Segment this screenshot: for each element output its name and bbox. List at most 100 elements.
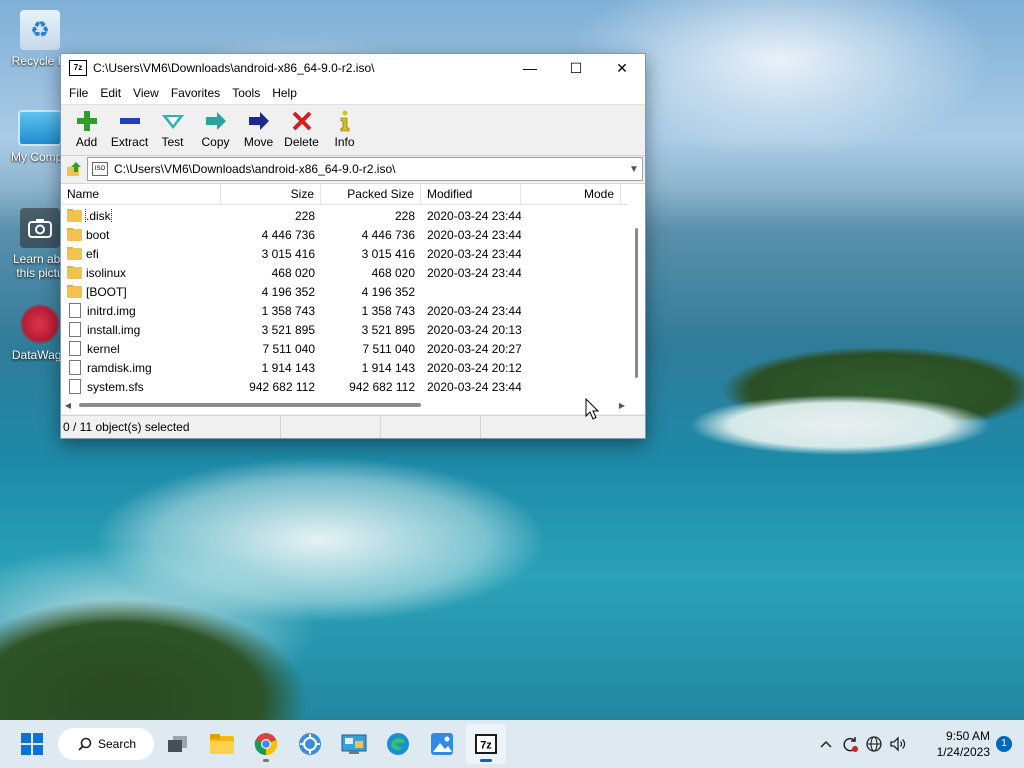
file-packed-size: 4 196 352 [361, 284, 415, 299]
horizontal-scroll-track[interactable] [75, 396, 615, 414]
task-view-button[interactable] [158, 724, 198, 764]
file-name: efi [86, 246, 99, 261]
table-row[interactable]: isolinux 468 020 468 020 2020-03-24 23:4… [61, 263, 629, 282]
move-button[interactable]: Move [237, 105, 280, 149]
maximize-button[interactable]: ☐ [553, 54, 599, 82]
close-button[interactable]: ✕ [599, 54, 645, 82]
table-row[interactable]: initrd.img 1 358 743 1 358 743 2020-03-2… [61, 301, 629, 320]
scroll-left-icon[interactable]: ◀ [61, 401, 75, 410]
file-size: 942 682 112 [249, 379, 315, 394]
test-button[interactable]: Test [151, 105, 194, 149]
menu-tools[interactable]: Tools [226, 86, 266, 100]
datawagon-icon [20, 304, 60, 344]
taskbar: Search 7z 9:50 AM 1/24/2023 1 [0, 720, 1024, 768]
7zip-app-icon: 7z [69, 60, 87, 76]
vertical-scroll-thumb[interactable] [635, 228, 638, 378]
table-row[interactable]: install.img 3 521 895 3 521 895 2020-03-… [61, 320, 629, 339]
chevron-up-icon [820, 740, 832, 748]
test-label: Test [161, 135, 184, 149]
status-segment [381, 416, 481, 438]
column-size[interactable]: Size [221, 184, 321, 204]
file-size: 1 358 743 [261, 303, 315, 318]
file-size: 3 521 895 [261, 322, 315, 337]
taskbar-chrome[interactable] [246, 724, 286, 764]
file-size: 228 [294, 208, 315, 223]
taskbar-file-explorer[interactable] [202, 724, 242, 764]
table-row[interactable]: .disk 228 228 2020-03-24 23:44 [61, 206, 629, 225]
system-tray: 9:50 AM 1/24/2023 1 [814, 720, 1024, 768]
menu-edit[interactable]: Edit [94, 86, 127, 100]
path-input[interactable]: ISO C:\Users\VM6\Downloads\android-x86_6… [87, 157, 643, 181]
taskbar-photos[interactable] [422, 724, 462, 764]
file-packed-size: 228 [394, 208, 415, 223]
table-row[interactable]: kernel 7 511 040 7 511 040 2020-03-24 20… [61, 339, 629, 358]
volume-button[interactable] [886, 736, 910, 752]
menu-view[interactable]: View [127, 86, 165, 100]
copy-icon [205, 112, 226, 130]
file-packed-size: 1 358 743 [361, 303, 415, 318]
table-row[interactable]: ramdisk.img 1 914 143 1 914 143 2020-03-… [61, 358, 629, 377]
file-packed-size: 3 521 895 [361, 322, 415, 337]
info-icon [340, 110, 349, 132]
copy-button[interactable]: Copy [194, 105, 237, 149]
taskbar-edge[interactable] [378, 724, 418, 764]
title-bar[interactable]: 7z C:\Users\VM6\Downloads\android-x86_64… [61, 54, 645, 82]
globe-icon [866, 736, 882, 752]
horizontal-scrollbar[interactable]: ◀ ▶ [61, 396, 629, 414]
chevron-down-icon[interactable]: ▼ [626, 164, 642, 175]
file-size: 4 196 352 [261, 284, 315, 299]
extract-button[interactable]: Extract [108, 105, 151, 149]
column-name[interactable]: Name [61, 184, 221, 204]
file-size: 1 914 143 [261, 360, 315, 375]
info-button[interactable]: Info [323, 105, 366, 149]
scroll-right-icon[interactable]: ▶ [615, 401, 629, 410]
sync-status-button[interactable] [838, 735, 862, 753]
file-rows: .disk 228 228 2020-03-24 23:44 boot 4 44… [61, 206, 629, 396]
active-app-indicator [480, 759, 492, 762]
file-explorer-icon [210, 734, 234, 754]
file-size: 4 446 736 [261, 227, 315, 242]
photos-icon [431, 733, 453, 755]
menu-file[interactable]: File [63, 86, 94, 100]
taskbar-app-settings[interactable] [290, 724, 330, 764]
column-mode[interactable]: Mode [521, 184, 621, 204]
add-button[interactable]: Add [65, 105, 108, 149]
file-name: kernel [87, 341, 120, 356]
extract-label: Extract [110, 135, 149, 149]
horizontal-scroll-thumb[interactable] [79, 403, 421, 407]
toolbar: Add Extract Test Copy Move Delete Info [61, 104, 645, 155]
clock[interactable]: 9:50 AM 1/24/2023 [910, 728, 990, 760]
folder-icon [67, 284, 82, 298]
menu-help[interactable]: Help [266, 86, 303, 100]
file-packed-size: 1 914 143 [361, 360, 415, 375]
speaker-icon [890, 736, 906, 752]
copy-label: Copy [201, 135, 230, 149]
file-icon [69, 360, 81, 375]
file-modified: 2020-03-24 20:13 [427, 322, 521, 337]
file-packed-size: 4 446 736 [361, 227, 415, 242]
table-row[interactable]: efi 3 015 416 3 015 416 2020-03-24 23:44 [61, 244, 629, 263]
menu-favorites[interactable]: Favorites [165, 86, 226, 100]
delete-button[interactable]: Delete [280, 105, 323, 149]
extract-icon [119, 118, 140, 124]
table-row[interactable]: system.sfs 942 682 112 942 682 112 2020-… [61, 377, 629, 396]
file-modified: 2020-03-24 23:44 [427, 227, 521, 242]
column-modified[interactable]: Modified [421, 184, 521, 204]
vertical-scrollbar[interactable] [629, 204, 645, 396]
start-button[interactable] [12, 724, 52, 764]
taskbar-search[interactable]: Search [58, 728, 154, 760]
status-bar: 0 / 11 object(s) selected [61, 415, 645, 438]
show-hidden-icons-button[interactable] [814, 740, 838, 748]
taskbar-7zip[interactable]: 7z [466, 724, 506, 764]
table-row[interactable]: boot 4 446 736 4 446 736 2020-03-24 23:4… [61, 225, 629, 244]
minimize-button[interactable]: — [507, 54, 553, 82]
file-packed-size: 942 682 112 [349, 379, 415, 394]
up-folder-button[interactable] [61, 157, 87, 181]
file-name: ramdisk.img [87, 360, 152, 375]
file-modified: 2020-03-24 23:44 [427, 303, 521, 318]
network-button[interactable] [862, 736, 886, 752]
notification-badge[interactable]: 1 [996, 736, 1012, 752]
table-row[interactable]: [BOOT] 4 196 352 4 196 352 [61, 282, 629, 301]
column-packed-size[interactable]: Packed Size [321, 184, 421, 204]
taskbar-control-panel[interactable] [334, 724, 374, 764]
